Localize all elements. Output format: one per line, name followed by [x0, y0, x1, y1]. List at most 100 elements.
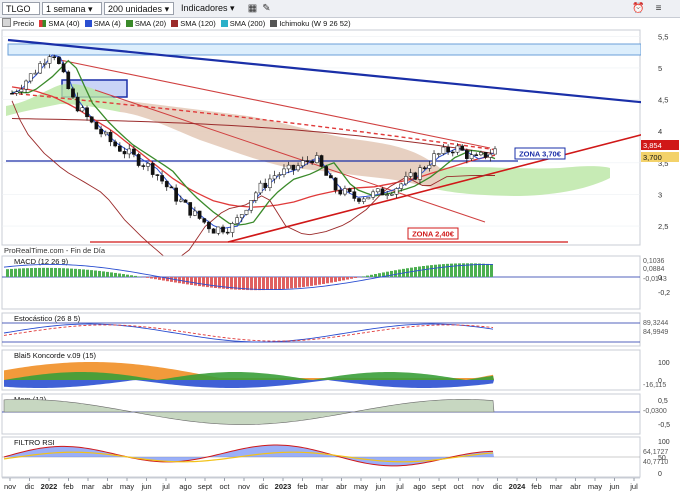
- macd-bar: [298, 277, 301, 288]
- x-axis: nov dic 2022 feb mar abr may jun jul ago sept oct no…: [4, 478, 638, 491]
- macd-bar: [114, 272, 117, 277]
- macd-bar: [490, 264, 493, 277]
- x-tick-label: 2023: [275, 482, 292, 491]
- indicator-value-label: 0,0884: [643, 266, 665, 273]
- macd-bar: [322, 277, 325, 284]
- candle-up: [436, 153, 441, 155]
- x-tick-label: dic: [25, 482, 35, 491]
- candle-up: [253, 192, 258, 201]
- x-tick-label: mar: [550, 482, 563, 491]
- candle-up: [361, 198, 366, 202]
- macd-bar: [122, 274, 125, 277]
- indicator-y-tick: -0,2: [658, 290, 670, 297]
- macd-bar: [334, 277, 337, 282]
- ichimoku-cloud-brown: [120, 100, 440, 190]
- macd-bar: [350, 277, 353, 279]
- macd-bar: [434, 264, 437, 277]
- candle-up: [47, 56, 52, 64]
- candle-up: [399, 183, 404, 189]
- candle-up: [24, 80, 28, 90]
- y-tick-label: 4: [658, 127, 662, 136]
- source-label: ProRealTime.com - Fin de Día: [4, 246, 106, 255]
- y-tick-label: 2,5: [658, 222, 668, 231]
- macd-bar: [478, 263, 481, 277]
- candle-down: [132, 148, 136, 155]
- candle-down: [174, 187, 178, 202]
- x-tick-label: ago: [179, 482, 192, 491]
- macd-bar: [254, 277, 257, 291]
- macd-bar: [94, 270, 97, 277]
- candle-up: [178, 199, 183, 202]
- candle-up: [488, 153, 493, 158]
- candle-up: [389, 193, 394, 196]
- candle-down: [10, 92, 14, 95]
- macd-bar: [62, 268, 65, 277]
- macd-bar: [82, 269, 85, 277]
- macd-bar: [98, 270, 101, 277]
- indicator-value-label: -0,0143: [643, 276, 667, 283]
- candle-down: [94, 121, 99, 130]
- indicator-value-label: 89,3244: [643, 320, 668, 327]
- indicator-value-label: 84,9949: [643, 329, 668, 336]
- indicator-value-label: 0,1036: [643, 258, 665, 265]
- indicator-y-tick: 100: [658, 360, 670, 367]
- macd-bar: [346, 277, 349, 280]
- macd-bar: [38, 267, 41, 277]
- macd-bar: [294, 277, 297, 288]
- x-tick-label: abr: [336, 482, 347, 491]
- candle-up: [282, 168, 286, 175]
- x-tick-label: feb: [531, 482, 541, 491]
- candle-down: [357, 198, 361, 202]
- macd-bar: [250, 277, 253, 291]
- indicator-y-tick: 100: [658, 439, 670, 446]
- candle-up: [235, 217, 239, 224]
- macd-bar: [394, 270, 397, 277]
- candle-down: [211, 228, 216, 234]
- macd-bar: [342, 277, 345, 281]
- macd-bar: [378, 273, 381, 277]
- candle-up: [19, 88, 24, 92]
- price-tag-3700-text: 3,700: [643, 153, 662, 162]
- macd-bar: [14, 268, 17, 277]
- x-tick-label: ago: [413, 482, 426, 491]
- candle-down: [338, 189, 343, 195]
- candle-up: [343, 188, 347, 195]
- macd-bar: [42, 267, 45, 277]
- x-tick-label: 2024: [509, 482, 527, 491]
- macd-bar: [10, 268, 13, 277]
- macd-bar: [134, 275, 137, 277]
- macd-bar: [26, 268, 29, 277]
- candle-down: [291, 164, 296, 171]
- macd-bar: [410, 267, 413, 277]
- y-tick-label: 3: [658, 190, 662, 199]
- candle-down: [460, 145, 465, 151]
- indicator-value-label: -0,0300: [643, 408, 667, 415]
- candle-down: [465, 150, 469, 159]
- macd-bar: [318, 277, 321, 285]
- macd-bar: [262, 277, 265, 291]
- candle-down: [263, 182, 268, 188]
- candle-up: [296, 165, 300, 171]
- macd-bar: [198, 277, 201, 287]
- candle-down: [89, 116, 94, 123]
- macd-bar: [270, 277, 273, 290]
- x-tick-label: jul: [161, 482, 170, 491]
- zone-low-label: ZONA 2,40€: [412, 230, 455, 239]
- candle-down: [197, 210, 202, 219]
- candle-up: [300, 160, 305, 167]
- macd-bar: [186, 277, 189, 285]
- x-tick-label: jul: [629, 482, 638, 491]
- candle-down: [225, 231, 230, 234]
- macd-bar: [486, 263, 489, 277]
- macd-bar: [90, 270, 93, 277]
- macd-bar: [314, 277, 317, 286]
- macd-bar: [202, 277, 205, 287]
- candle-down: [66, 71, 71, 89]
- x-tick-label: oct: [453, 482, 464, 491]
- macd-bar: [242, 277, 245, 290]
- macd-bar: [302, 277, 305, 287]
- x-tick-label: may: [588, 482, 602, 491]
- macd-bar: [338, 277, 341, 282]
- candle-down: [141, 165, 146, 167]
- candle-up: [193, 210, 197, 216]
